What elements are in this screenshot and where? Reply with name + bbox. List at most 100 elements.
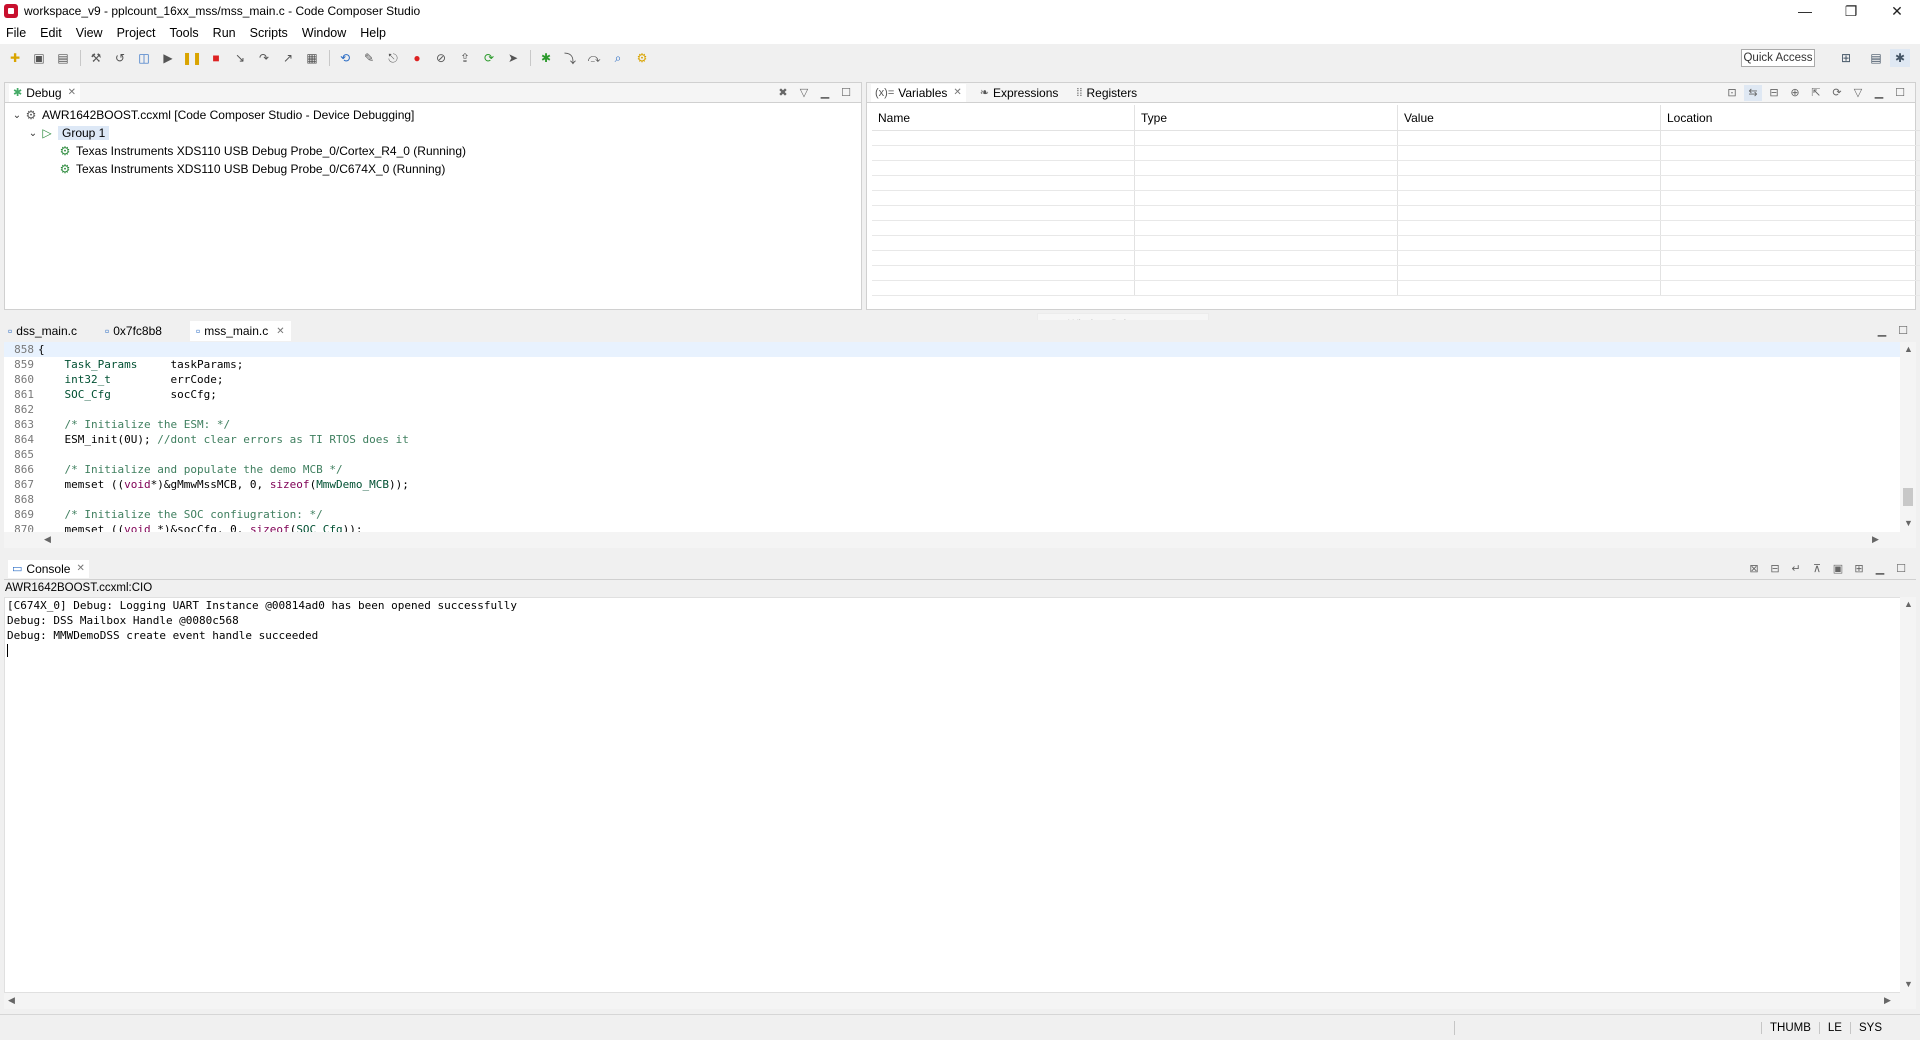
column-header-location[interactable]: Location [1661, 105, 1920, 130]
new-icon[interactable]: ✚ [6, 49, 24, 67]
show-type-names-icon[interactable]: ⊡ [1723, 85, 1741, 101]
refresh-icon[interactable]: ⟳ [480, 49, 498, 67]
scroll-right-icon[interactable]: ▶ [1884, 995, 1891, 1006]
menu-tools[interactable]: Tools [169, 26, 198, 40]
scroll-left-icon[interactable]: ◀ [8, 995, 15, 1006]
build-icon[interactable]: ⚒ [87, 49, 105, 67]
minimize-view-icon[interactable]: ▁ [1870, 85, 1888, 101]
resume-icon[interactable]: ▶ [159, 49, 177, 67]
remove-terminated-icon[interactable]: ✖ [774, 85, 792, 101]
tree-row-core[interactable]: ⚙ Texas Instruments XDS110 USB Debug Pro… [5, 142, 861, 160]
code-editor[interactable]: 858{859 Task_Params taskParams; 860 int32… [4, 342, 1916, 532]
code-line[interactable]: 860 int32_t errCode; [4, 372, 1916, 387]
tab-address[interactable]: ▫ 0x7fc8b8 [105, 321, 162, 341]
tree-row-group[interactable]: ⌄ ▷ Group 1 [5, 124, 861, 142]
reset-icon[interactable]: ↺ [111, 49, 129, 67]
connect-icon[interactable]: ◫ [135, 49, 153, 67]
scroll-lock-icon[interactable]: ⊟ [1766, 561, 1784, 577]
minimize-view-icon[interactable]: ▁ [816, 85, 834, 101]
close-tab-icon[interactable]: ✕ [953, 87, 961, 98]
menu-view[interactable]: View [76, 26, 103, 40]
close-button[interactable]: ✕ [1874, 0, 1920, 22]
code-line[interactable]: 862 [4, 402, 1916, 417]
code-line[interactable]: 863 /* Initialize the ESM: */ [4, 417, 1916, 432]
maximize-view-icon[interactable]: ☐ [1894, 323, 1912, 339]
maximize-view-icon[interactable]: ☐ [1891, 85, 1909, 101]
pin-console-icon[interactable]: ⊼ [1808, 561, 1826, 577]
code-line[interactable]: 861 SOC_Cfg socCfg; [4, 387, 1916, 402]
word-wrap-icon[interactable]: ↵ [1787, 561, 1805, 577]
column-header-value[interactable]: Value [1398, 105, 1661, 130]
show-logical-structure-icon[interactable]: ⇆ [1744, 85, 1762, 101]
memory-browser-icon[interactable]: ▦ [303, 49, 321, 67]
view-menu-icon[interactable]: ▽ [1849, 85, 1867, 101]
search-icon[interactable]: ⌕ [609, 49, 627, 67]
close-tab-icon[interactable]: ✕ [68, 87, 76, 98]
export-icon[interactable]: ⇱ [1807, 85, 1825, 101]
tree-row-root[interactable]: ⌄ ⚙ AWR1642BOOST.ccxml [Code Composer St… [5, 106, 861, 124]
load-program-icon[interactable]: ⇪ [456, 49, 474, 67]
code-line[interactable]: 869 /* Initialize the SOC confiugration:… [4, 507, 1916, 522]
console-output[interactable]: [C674X_0] Debug: Logging UART Instance @… [4, 597, 1916, 993]
ccs-edit-perspective-icon[interactable]: ▤ [1866, 49, 1886, 67]
menu-file[interactable]: File [6, 26, 26, 40]
scroll-up-icon[interactable]: ▲ [1904, 599, 1913, 609]
close-tab-icon[interactable]: ✕ [76, 563, 84, 574]
menu-help[interactable]: Help [360, 26, 386, 40]
close-tab-icon[interactable]: ✕ [276, 326, 284, 337]
minimize-view-icon[interactable]: ▁ [1871, 561, 1889, 577]
console-horizontal-scrollbar[interactable]: ◀ ▶ [4, 993, 1916, 1009]
code-line[interactable]: 859 Task_Params taskParams; [4, 357, 1916, 372]
code-line[interactable]: 866 /* Initialize and populate the demo … [4, 462, 1916, 477]
new-expression-icon[interactable]: ⊕ [1786, 85, 1804, 101]
tab-expressions[interactable]: ❧ Expressions [976, 84, 1063, 102]
tab-console[interactable]: ▭ Console ✕ [8, 559, 89, 578]
menu-project[interactable]: Project [117, 26, 156, 40]
quick-access-input[interactable]: Quick Access [1741, 49, 1815, 67]
external-tools-icon[interactable]: ⚙ [633, 49, 651, 67]
cpu-reset-icon[interactable]: ⎋ [384, 49, 402, 67]
suspend-icon[interactable]: ❚❚ [182, 49, 202, 67]
view-menu-icon[interactable]: ▽ [795, 85, 813, 101]
maximize-view-icon[interactable]: ☐ [1892, 561, 1910, 577]
save-all-icon[interactable]: ▤ [54, 49, 72, 67]
step-return-icon[interactable]: ↗ [279, 49, 297, 67]
clear-console-icon[interactable]: ⊠ [1745, 561, 1763, 577]
step-into-icon[interactable]: ↘ [231, 49, 249, 67]
restore-button[interactable]: ❐ [1828, 0, 1874, 22]
scrollbar-thumb[interactable] [1903, 488, 1913, 506]
tools-icon[interactable]: ✎ [360, 49, 378, 67]
refresh-icon[interactable]: ⟳ [1828, 85, 1846, 101]
scroll-up-icon[interactable]: ▲ [1904, 344, 1913, 354]
code-line[interactable]: 864 ESM_init(0U); //dont clear errors as… [4, 432, 1916, 447]
debug-icon[interactable]: ✱ [537, 49, 555, 67]
open-console-icon[interactable]: ⊞ [1850, 561, 1868, 577]
collapse-chevron-icon[interactable]: ⌄ [27, 128, 39, 139]
minimize-view-icon[interactable]: ▁ [1873, 323, 1891, 339]
collapse-chevron-icon[interactable]: ⌄ [11, 110, 23, 121]
console-vertical-scrollbar[interactable]: ▲ ▼ [1900, 597, 1916, 993]
step-over-asm-icon[interactable]: ⤼ [585, 49, 603, 67]
run-icon[interactable]: ➤ [504, 49, 522, 67]
editor-vertical-scrollbar[interactable]: ▲ ▼ [1900, 342, 1916, 532]
code-line[interactable]: 868 [4, 492, 1916, 507]
terminate-icon[interactable]: ■ [207, 49, 225, 67]
menu-window[interactable]: Window [302, 26, 346, 40]
minimize-button[interactable]: — [1782, 0, 1828, 22]
collapse-all-icon[interactable]: ⊟ [1765, 85, 1783, 101]
tab-debug[interactable]: ✱ Debug ✕ [9, 83, 80, 102]
menu-edit[interactable]: Edit [40, 26, 62, 40]
code-line[interactable]: 865 [4, 447, 1916, 462]
tree-row-core[interactable]: ⚙ Texas Instruments XDS110 USB Debug Pro… [5, 160, 861, 178]
ccs-debug-perspective-icon[interactable]: ✱ [1890, 49, 1910, 67]
save-icon[interactable]: ▣ [30, 49, 48, 67]
step-over-icon[interactable]: ↷ [255, 49, 273, 67]
tab-dss-main[interactable]: ▫ dss_main.c [8, 321, 77, 341]
column-header-name[interactable]: Name [872, 105, 1135, 130]
tab-registers[interactable]: ⁞⁞ Registers [1072, 84, 1141, 102]
restart-icon[interactable]: ⟲ [336, 49, 354, 67]
skip-breakpoints-icon[interactable]: ⊘ [432, 49, 450, 67]
scroll-down-icon[interactable]: ▼ [1904, 979, 1913, 989]
scroll-right-icon[interactable]: ▶ [1872, 534, 1879, 545]
display-console-icon[interactable]: ▣ [1829, 561, 1847, 577]
